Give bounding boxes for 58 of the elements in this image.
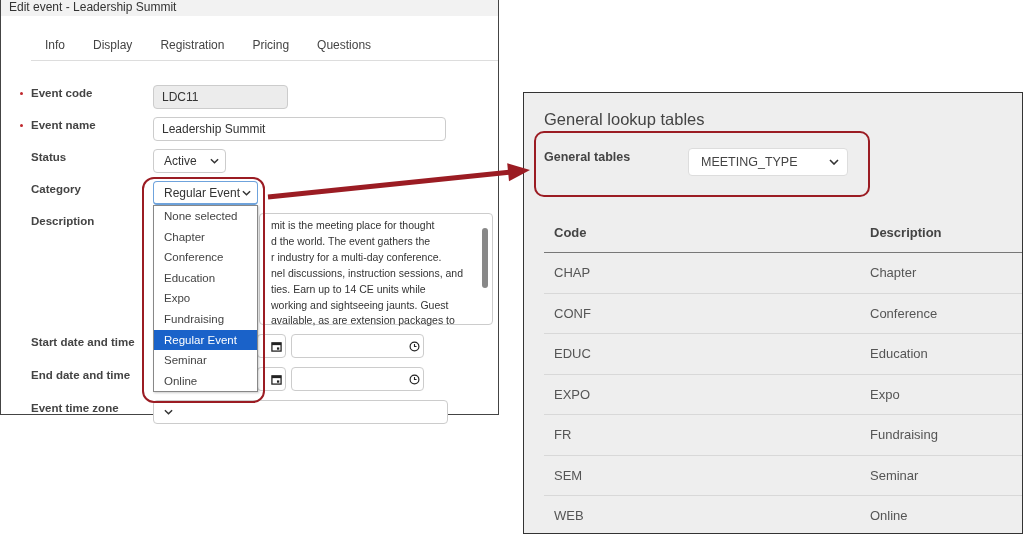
field-label: Event name	[30, 119, 96, 131]
dropdown-option[interactable]: Seminar	[154, 350, 257, 371]
event-code-field[interactable]: LDC11	[153, 85, 288, 109]
chevron-icon	[829, 159, 839, 165]
event-name-field[interactable]: Leadership Summit	[153, 117, 446, 141]
table-cell-text: CONF	[553, 305, 592, 321]
description-field[interactable]: mit is the meeting place for thought d the world. The event gathers the r industry for a multi-day conference. nel discussions, instruction sessions, and ties. Earn up to 14 CE units while working and sightseeing jaunts. Guest available, as are extension packages to	[259, 213, 493, 325]
tab[interactable]: Questions	[317, 30, 372, 60]
dropdown-option[interactable]: Fundraising	[154, 308, 257, 330]
field-label: Start date and time	[30, 336, 135, 348]
select-field[interactable]	[153, 400, 448, 424]
dropdown-option[interactable]: Regular Event	[154, 329, 257, 351]
dropdown-option[interactable]: Online	[154, 370, 257, 392]
tab[interactable]: Registration	[160, 30, 225, 60]
chevron-icon	[164, 409, 173, 415]
table-select[interactable]: MEETING_TYPE	[688, 148, 848, 176]
table-cell: Education	[870, 346, 928, 362]
calendar-icon	[271, 340, 282, 352]
field-label: Event code	[30, 87, 93, 99]
table-cell: Expo	[870, 386, 900, 402]
table-cell-text: WEB	[553, 508, 585, 524]
table-cell-text: EDUC	[553, 346, 592, 362]
panel-title: General lookup tables	[544, 110, 706, 130]
tab[interactable]: Display	[93, 30, 133, 60]
table-cell: Online	[870, 508, 908, 524]
table-cell-text: FR	[553, 427, 573, 443]
table-cell-text: CHAP	[553, 265, 592, 281]
table-cell-text: SEM	[553, 467, 584, 483]
dropdown-option[interactable]: Chapter	[154, 226, 257, 248]
tab[interactable]: Info	[45, 30, 65, 60]
dropdown-option[interactable]: Expo	[154, 288, 257, 309]
category-select[interactable]: Regular Event	[153, 181, 258, 205]
time-field[interactable]	[291, 334, 424, 358]
field-label: Status	[30, 151, 67, 163]
table-cell-text: EXPO	[553, 386, 592, 402]
dropdown-option[interactable]: Education	[154, 267, 257, 289]
column-header: Description	[870, 224, 942, 240]
table-cell: Chapter	[870, 265, 917, 281]
select-field[interactable]: Active	[153, 149, 226, 173]
tab[interactable]: Pricing	[252, 30, 290, 60]
dropdown-option[interactable]: None selected	[154, 206, 257, 227]
field-label: General tables	[544, 150, 632, 164]
field-label: Event time zone	[30, 402, 119, 414]
chevron-icon	[210, 158, 219, 164]
field-label: Category	[30, 183, 81, 195]
dropdown-option[interactable]: Conference	[154, 247, 257, 268]
time-field[interactable]	[291, 367, 424, 391]
calendar-icon	[271, 373, 282, 385]
chevron-icon	[242, 189, 251, 196]
field-label: End date and time	[30, 369, 131, 381]
table-cell: Fundraising	[870, 427, 938, 443]
table-cell: Seminar	[870, 467, 919, 483]
column-header: Code	[553, 224, 588, 240]
field-label: Description	[30, 215, 95, 227]
window-title: Edit event - Leadership Summit	[9, 0, 177, 14]
clock-icon	[409, 373, 420, 385]
clock-icon	[409, 340, 420, 352]
table-cell: Conference	[870, 305, 938, 321]
